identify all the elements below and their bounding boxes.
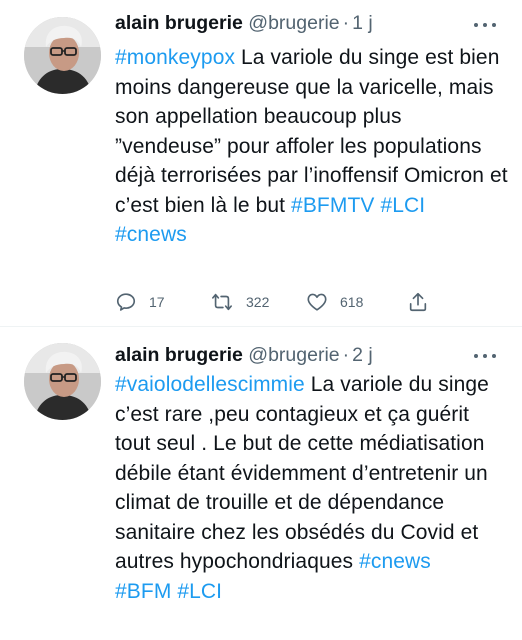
tweet[interactable]: alain brugerie @brugerie · 1 j #monkeypox …	[0, 0, 522, 327]
retweet-icon	[212, 293, 232, 311]
avatar-photo-icon	[24, 343, 101, 420]
hashtag-link[interactable]: #LCI	[177, 580, 222, 603]
tweet-divider	[0, 326, 522, 327]
avatar[interactable]	[24, 343, 101, 420]
tweet-text-segment: La variole du singe est bien moins dange…	[115, 46, 508, 217]
separator-dot: ·	[342, 344, 350, 366]
author-name[interactable]: alain brugerie	[115, 12, 243, 34]
avatar-photo-icon	[24, 17, 101, 94]
author-handle[interactable]: @brugerie	[248, 344, 339, 366]
reply-button[interactable]: 17	[115, 288, 165, 316]
tweet-time[interactable]: 1 j	[352, 12, 373, 34]
tweet-text-segment: La variole du singe c’est rare ,peu cont…	[115, 373, 489, 573]
reply-icon	[116, 293, 136, 311]
more-icon[interactable]	[474, 349, 496, 363]
tweet-header: alain brugerie @brugerie · 1 j	[115, 10, 373, 36]
share-button[interactable]	[407, 288, 429, 316]
hashtag-link[interactable]: #cnews	[115, 223, 187, 246]
hashtag-link[interactable]: #BFM	[115, 580, 171, 603]
like-icon	[307, 293, 327, 311]
retweet-button[interactable]: 322	[210, 288, 269, 316]
tweet-time[interactable]: 2 j	[352, 344, 373, 366]
avatar[interactable]	[24, 17, 101, 94]
like-count: 618	[340, 294, 364, 310]
tweet-text: #vaiolodellescimmie La variole du singe …	[115, 370, 510, 606]
share-icon	[409, 292, 427, 312]
hashtag-link[interactable]: #cnews	[359, 550, 431, 573]
hashtag-link[interactable]: #BFMTV	[291, 194, 374, 217]
hashtag-link[interactable]: #vaiolodellescimmie	[115, 373, 305, 396]
separator-dot: ·	[342, 12, 350, 34]
like-button[interactable]: 618	[306, 288, 363, 316]
hashtag-link[interactable]: #monkeypox	[115, 46, 235, 69]
more-icon[interactable]	[474, 18, 496, 32]
author-name[interactable]: alain brugerie	[115, 344, 243, 366]
hashtag-link[interactable]: #LCI	[380, 194, 425, 217]
tweet-actions: 17 322 618	[115, 288, 445, 316]
author-handle[interactable]: @brugerie	[248, 12, 339, 34]
tweet-text: #monkeypox La variole du singe est bien …	[115, 43, 510, 250]
tweet-header: alain brugerie @brugerie · 2 j	[115, 342, 373, 368]
retweet-count: 322	[246, 294, 270, 310]
tweet[interactable]: alain brugerie @brugerie · 2 j #vaiolodell…	[0, 328, 522, 640]
reply-count: 17	[149, 294, 165, 310]
